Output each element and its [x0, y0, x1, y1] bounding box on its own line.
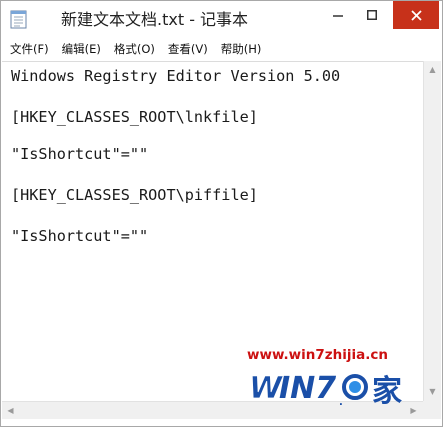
maximize-icon [367, 10, 377, 20]
menu-file[interactable]: 文件(F) [10, 41, 49, 57]
menu-view[interactable]: 查看(V) [168, 41, 208, 57]
close-button[interactable] [393, 1, 439, 29]
title-bar[interactable]: 新建文本文档.txt - 记事本 [1, 1, 442, 37]
svg-text:IN7: IN7 [279, 371, 336, 406]
text-line: [HKEY_CLASSES_ROOT\lnkfile] [11, 108, 258, 126]
svg-text:家: 家 [372, 374, 402, 409]
site-watermark: www.win7zhijia.cn W IN7 . 家 [247, 347, 427, 413]
window-title: 新建文本文档.txt - 记事本 [61, 10, 249, 29]
menu-format[interactable]: 格式(O) [114, 41, 155, 57]
minimize-button[interactable] [321, 1, 355, 29]
notepad-window: 新建文本文档.txt - 记事本 文件(F) 编辑(E) 格式(O) 查看(V)… [0, 0, 443, 427]
text-line: [HKEY_CLASSES_ROOT\piffile] [11, 186, 258, 204]
menu-edit[interactable]: 编辑(E) [62, 41, 101, 57]
text-line: "IsShortcut"="" [11, 145, 149, 163]
scroll-up-icon[interactable]: ▲ [424, 61, 441, 78]
watermark-logo: W IN7 . 家 [249, 371, 402, 409]
text-line: Windows Registry Editor Version 5.00 [11, 67, 341, 85]
menu-help[interactable]: 帮助(H) [221, 41, 262, 57]
scroll-left-icon[interactable]: ◀ [2, 402, 19, 419]
text-line: "IsShortcut"="" [11, 227, 149, 245]
menu-bar: 文件(F) 编辑(E) 格式(O) 查看(V) 帮助(H) [1, 38, 442, 60]
notepad-icon [10, 10, 27, 29]
svg-text:.: . [339, 397, 343, 408]
watermark-url: www.win7zhijia.cn [247, 347, 388, 363]
close-icon [410, 9, 422, 21]
minimize-icon [333, 15, 343, 17]
maximize-button[interactable] [355, 1, 389, 29]
